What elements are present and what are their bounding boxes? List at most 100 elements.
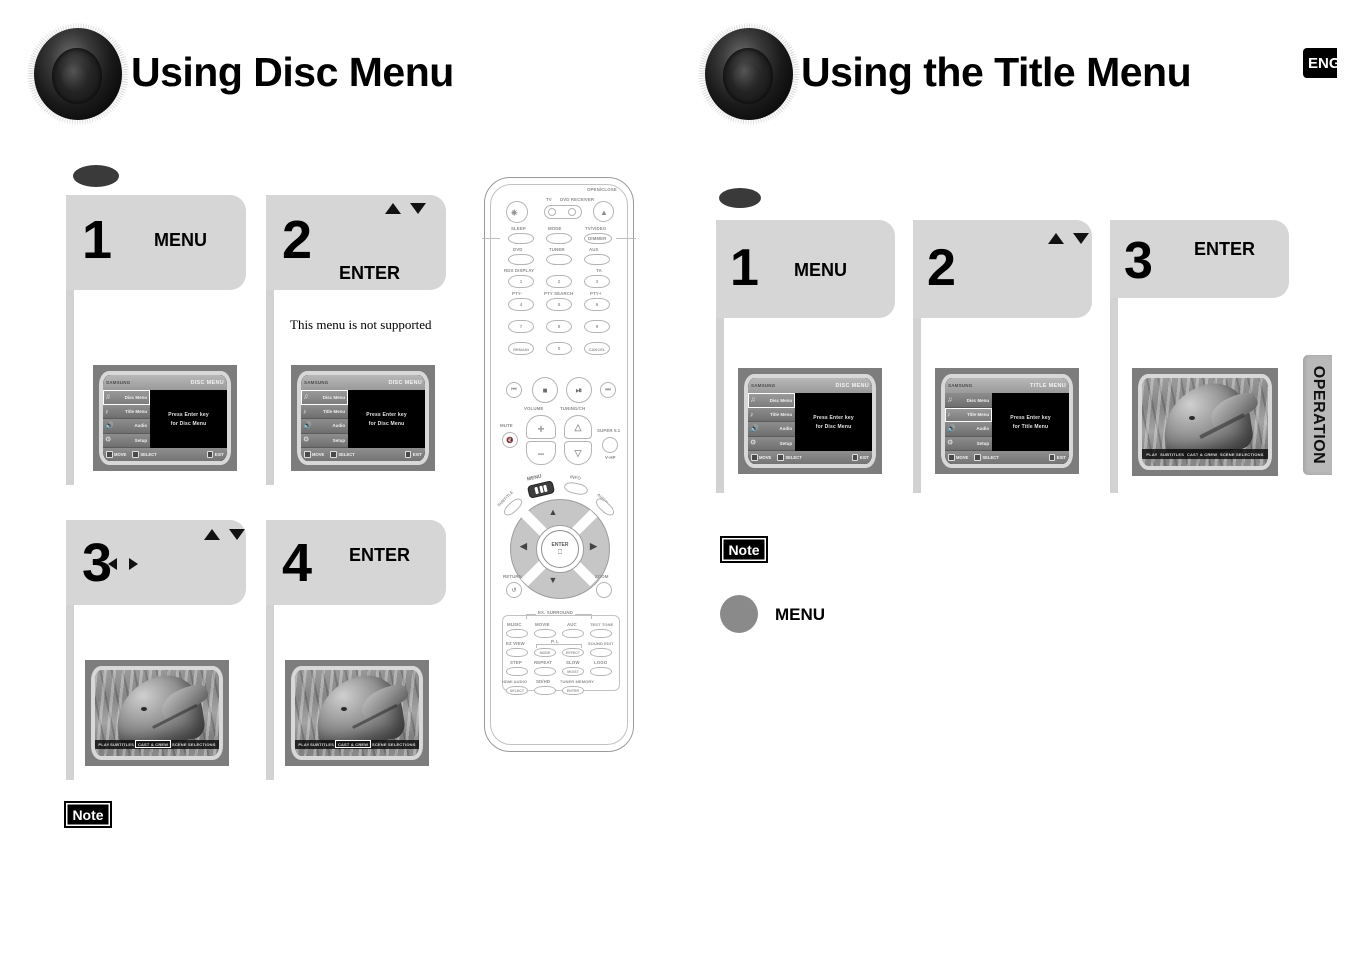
next-button[interactable]: ⏭: [600, 382, 616, 398]
step-number: 1: [730, 239, 759, 297]
repeat-button[interactable]: [534, 667, 556, 676]
dvd-item-title-menu[interactable]: ♪ Title Menu: [945, 407, 993, 423]
dpad-icon: [106, 451, 113, 458]
stop-button[interactable]: ■: [532, 377, 558, 403]
dvd-message-line2: for Disc Menu: [815, 423, 852, 430]
titlebar-cast-crew[interactable]: CAST & CREW: [134, 740, 172, 749]
titlebar-cast-crew[interactable]: CAST & CREW: [1187, 452, 1217, 457]
tuner-memory-label: TUNER MEMORY: [560, 679, 594, 684]
cancel-button[interactable]: CANCEL: [584, 342, 610, 355]
remain-button[interactable]: REMAIN: [508, 342, 534, 355]
dvd-item-title-menu[interactable]: ♪ Title Menu: [301, 404, 349, 420]
dvd-item-setup[interactable]: ⚙ Setup: [103, 433, 151, 449]
effect-button[interactable]: EFFECT: [562, 648, 584, 657]
play-pause-button[interactable]: ⏯: [566, 377, 592, 403]
mute-button[interactable]: 🔇: [502, 432, 518, 448]
dvd-item-title-menu[interactable]: ♪ Title Menu: [103, 404, 151, 420]
titlebar-subtitles[interactable]: SUBTITLES: [110, 742, 134, 747]
step-button[interactable]: [506, 667, 528, 676]
volume-up-button[interactable]: +: [526, 415, 556, 439]
dvd-item-label: Title Menu: [769, 412, 793, 418]
dvd-item-setup[interactable]: ⚙ Setup: [945, 436, 993, 452]
dvd-item-audio[interactable]: 🔊 Audio: [103, 419, 151, 434]
num-5-button[interactable]: 5: [546, 298, 572, 311]
side-tab-operation[interactable]: OPERATION: [1303, 355, 1332, 475]
num-6-button[interactable]: 6: [584, 298, 610, 311]
prev-button[interactable]: ⏮: [506, 382, 522, 398]
step-key-label: MENU: [154, 230, 207, 250]
arrow-left-icon: [108, 558, 117, 570]
language-badge-label: ENG: [1308, 54, 1337, 72]
sound-edit-button[interactable]: [590, 648, 612, 657]
titlebar-scene-selections[interactable]: SCENE SELECTIONS: [372, 742, 416, 747]
num-9-button[interactable]: 9: [584, 320, 610, 333]
zoom-button[interactable]: [596, 582, 612, 598]
titlebar-play[interactable]: PLAY: [298, 742, 309, 747]
dvd-message: Press Enter key for Disc Menu: [150, 390, 227, 449]
dvd-item-audio[interactable]: 🔊 Audio: [301, 419, 349, 434]
enter-button[interactable]: ENTER ⎕: [541, 530, 579, 568]
dvd-item-title-menu[interactable]: ♪ Title Menu: [748, 407, 796, 423]
dvd-header-title: DISC MENU: [835, 382, 869, 389]
aux-button[interactable]: [584, 254, 610, 265]
tuner-memory-enter-label: ENTER: [566, 689, 580, 693]
num-0-button[interactable]: 0: [546, 342, 572, 355]
tuning-up-button[interactable]: △: [564, 415, 592, 439]
dvd-item-label: Title Menu: [322, 409, 346, 415]
num-2-button[interactable]: 2: [546, 275, 572, 288]
super-51-button[interactable]: [602, 437, 618, 453]
titlebar-scene-selections[interactable]: SCENE SELECTIONS: [1220, 452, 1264, 457]
remain-label: REMAIN: [513, 346, 529, 352]
titlebar-subtitles[interactable]: SUBTITLES: [1160, 452, 1184, 457]
dvd-button[interactable]: [508, 254, 534, 265]
auc-button[interactable]: [562, 629, 584, 638]
step-number: 2: [927, 239, 956, 297]
ez-view-button[interactable]: [506, 648, 528, 657]
logo-button[interactable]: [590, 667, 612, 676]
num-1-button[interactable]: 1: [508, 275, 534, 288]
pl-mode-button[interactable]: MODE: [534, 648, 556, 657]
dvd-item-setup[interactable]: ⚙ Setup: [301, 433, 349, 449]
mo-st-button[interactable]: MO/ST: [562, 667, 584, 676]
dvd-item-disc-menu[interactable]: ♫ Disc Menu: [103, 390, 151, 405]
dvd-item-audio[interactable]: 🔊 Audio: [945, 422, 993, 437]
titlebar-scene-selections[interactable]: SCENE SELECTIONS: [172, 742, 216, 747]
speaker-dustcap: [733, 62, 761, 92]
tuner-button[interactable]: [546, 254, 572, 265]
sleep-button[interactable]: [508, 233, 534, 244]
tuner-memory-enter-button[interactable]: ENTER: [562, 686, 584, 695]
titlebar-play[interactable]: PLAY: [1146, 452, 1157, 457]
num-7-button[interactable]: 7: [508, 320, 534, 333]
step-block-3-disc: 3 PLAY SUBTITLES CAST & CREW SCENE SELEC…: [66, 520, 256, 780]
titlebar-subtitles[interactable]: SUBTITLES: [310, 742, 334, 747]
dvd-item-disc-menu[interactable]: ♫ Disc Menu: [748, 393, 796, 408]
tv-screen: SAMSUNG DISC MENU ♫ Disc Menu ♪ Title Menu…: [103, 375, 227, 461]
test-tone-button[interactable]: [590, 629, 612, 638]
num-3-button[interactable]: 3: [584, 275, 610, 288]
mode-button[interactable]: [546, 233, 572, 244]
dvd-item-audio[interactable]: 🔊 Audio: [748, 422, 796, 437]
dvd-item-setup[interactable]: ⚙ Setup: [748, 436, 796, 452]
gear-icon: ⚙: [947, 439, 954, 447]
dvd-item-label: Audio: [779, 426, 793, 432]
gear-icon: ⚙: [105, 436, 112, 444]
num-8-button[interactable]: 8: [546, 320, 572, 333]
dvd-footer-select: SELECT: [330, 451, 355, 458]
sd-hd-button[interactable]: [534, 686, 556, 695]
dvd-item-disc-menu[interactable]: ♫ Disc Menu: [301, 390, 349, 405]
return-button[interactable]: ↺: [506, 582, 522, 598]
num-4-button[interactable]: 4: [508, 298, 534, 311]
sleep-label: SLEEP: [511, 226, 526, 231]
titlebar-cast-crew[interactable]: CAST & CREW: [334, 740, 372, 749]
dvd-body: ♫ Disc Menu ♪ Title Menu 🔊 Audio ⚙ Setup Pre…: [103, 390, 227, 449]
dvd-item-disc-menu[interactable]: ♫ Disc Menu: [945, 393, 993, 408]
hdmi-select-button[interactable]: SELECT: [506, 686, 528, 695]
music-button[interactable]: [506, 629, 528, 638]
movie-button[interactable]: [534, 629, 556, 638]
dvd-message-line2: for Title Menu: [1012, 423, 1049, 430]
remote-divider: [482, 238, 500, 239]
dvd-sidebar: ♫ Disc Menu ♪ Title Menu 🔊 Audio ⚙ Setup: [301, 390, 349, 449]
titlebar-play[interactable]: PLAY: [98, 742, 109, 747]
minus-icon: −: [537, 447, 545, 461]
dvd-brand: SAMSUNG: [948, 383, 973, 389]
